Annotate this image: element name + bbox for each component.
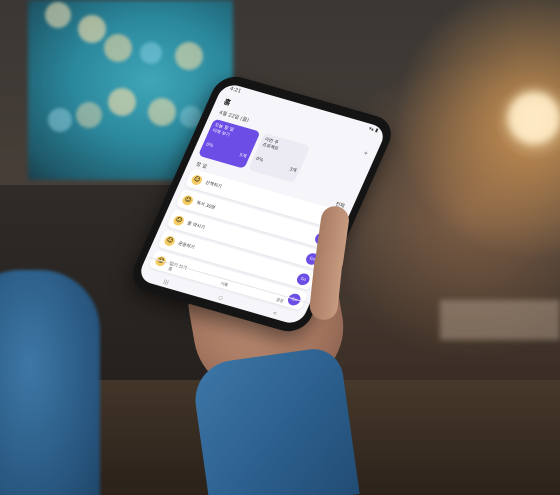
home-icon[interactable]: ○ (216, 295, 224, 304)
bokeh-light (78, 15, 106, 43)
status-icons: ▾▴ ▮ (367, 125, 380, 134)
bokeh-light (108, 88, 136, 116)
photo-scene: 4:21 ▾▴ ▮ 홈 4월 22일 (월) + 오늘 할 일 미래 보기 0%… (0, 0, 560, 495)
card-count: 5개 (238, 153, 247, 160)
bokeh-light (175, 42, 203, 70)
back-icon[interactable]: < (271, 310, 278, 319)
bokeh-light (140, 42, 162, 64)
bokeh-light (45, 2, 71, 28)
card-progress: 0% (254, 156, 264, 164)
avatar-icon: ☺ (190, 173, 204, 186)
table (440, 300, 560, 340)
person-shoulder (0, 270, 100, 495)
section-title: 할 일 (194, 161, 208, 171)
bokeh-light (48, 108, 72, 132)
avatar-icon: ☺ (181, 193, 195, 206)
avatar-icon: ☺ (163, 234, 177, 247)
recents-icon[interactable]: ||| (161, 279, 169, 288)
bokeh-light (508, 92, 560, 144)
add-button[interactable]: + (362, 150, 369, 158)
card-progress: 0% (204, 142, 214, 150)
sleeve (190, 345, 360, 495)
bokeh-light (104, 34, 132, 62)
card-count: 3개 (288, 167, 297, 174)
bokeh-light (148, 98, 176, 126)
bokeh-light (76, 102, 102, 128)
nav-home[interactable]: 홈 (164, 266, 174, 280)
avatar-icon: ☺ (172, 214, 186, 227)
